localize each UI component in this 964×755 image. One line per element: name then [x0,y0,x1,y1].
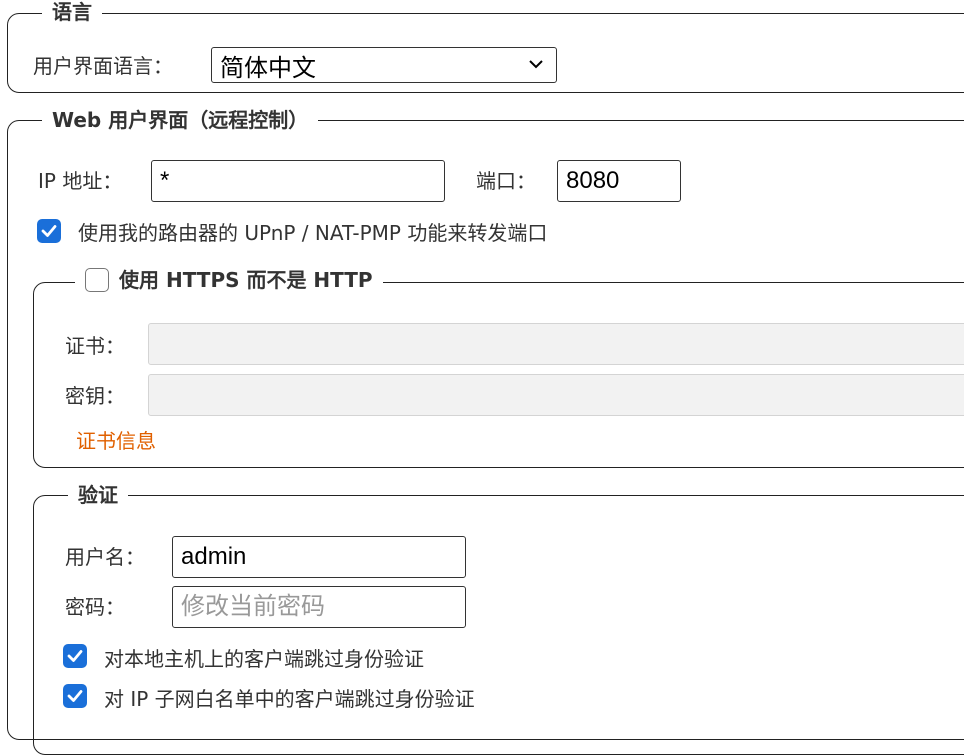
key-input[interactable] [148,374,964,416]
checkmark-icon [67,650,83,662]
certificate-label: 证书： [65,334,125,358]
https-legend: 使用 HTTPS 而不是 HTTP [75,268,383,292]
ui-language-select[interactable]: 简体中文 [211,47,557,83]
ip-address-input[interactable] [151,160,445,202]
certificate-input[interactable] [148,323,964,365]
key-label: 密钥： [65,384,125,408]
https-checkbox[interactable] [85,268,109,292]
auth-legend-text: 验证 [78,483,118,507]
https-legend-text: 使用 HTTPS 而不是 HTTP [119,268,373,292]
webui-legend: Web 用户界面（远程控制） [42,108,319,132]
language-legend: 语言 [42,0,102,24]
bypass-whitelist-checkbox[interactable] [63,684,87,708]
certificate-info-link[interactable]: 证书信息 [76,428,156,454]
ui-language-label: 用户界面语言： [33,54,173,78]
port-label: 端口： [476,169,536,193]
webui-legend-text: Web 用户界面（远程控制） [52,108,309,132]
chevron-down-icon [529,60,543,69]
password-label: 密码： [65,595,125,619]
port-input[interactable] [557,160,681,202]
checkmark-icon [67,690,83,702]
username-input[interactable] [172,536,466,578]
bypass-whitelist-label: 对 IP 子网白名单中的客户端跳过身份验证 [104,687,475,711]
auth-legend: 验证 [68,483,128,507]
upnp-checkbox[interactable] [37,219,61,243]
ip-address-label: IP 地址： [38,169,123,193]
bypass-localhost-checkbox[interactable] [63,644,87,668]
language-legend-text: 语言 [52,0,92,24]
username-label: 用户名： [65,545,145,569]
password-input[interactable] [172,586,466,628]
bypass-localhost-label: 对本地主机上的客户端跳过身份验证 [104,647,424,671]
upnp-label: 使用我的路由器的 UPnP / NAT-PMP 功能来转发端口 [78,221,548,245]
ui-language-value: 简体中文 [220,53,316,82]
checkmark-icon [41,225,57,237]
